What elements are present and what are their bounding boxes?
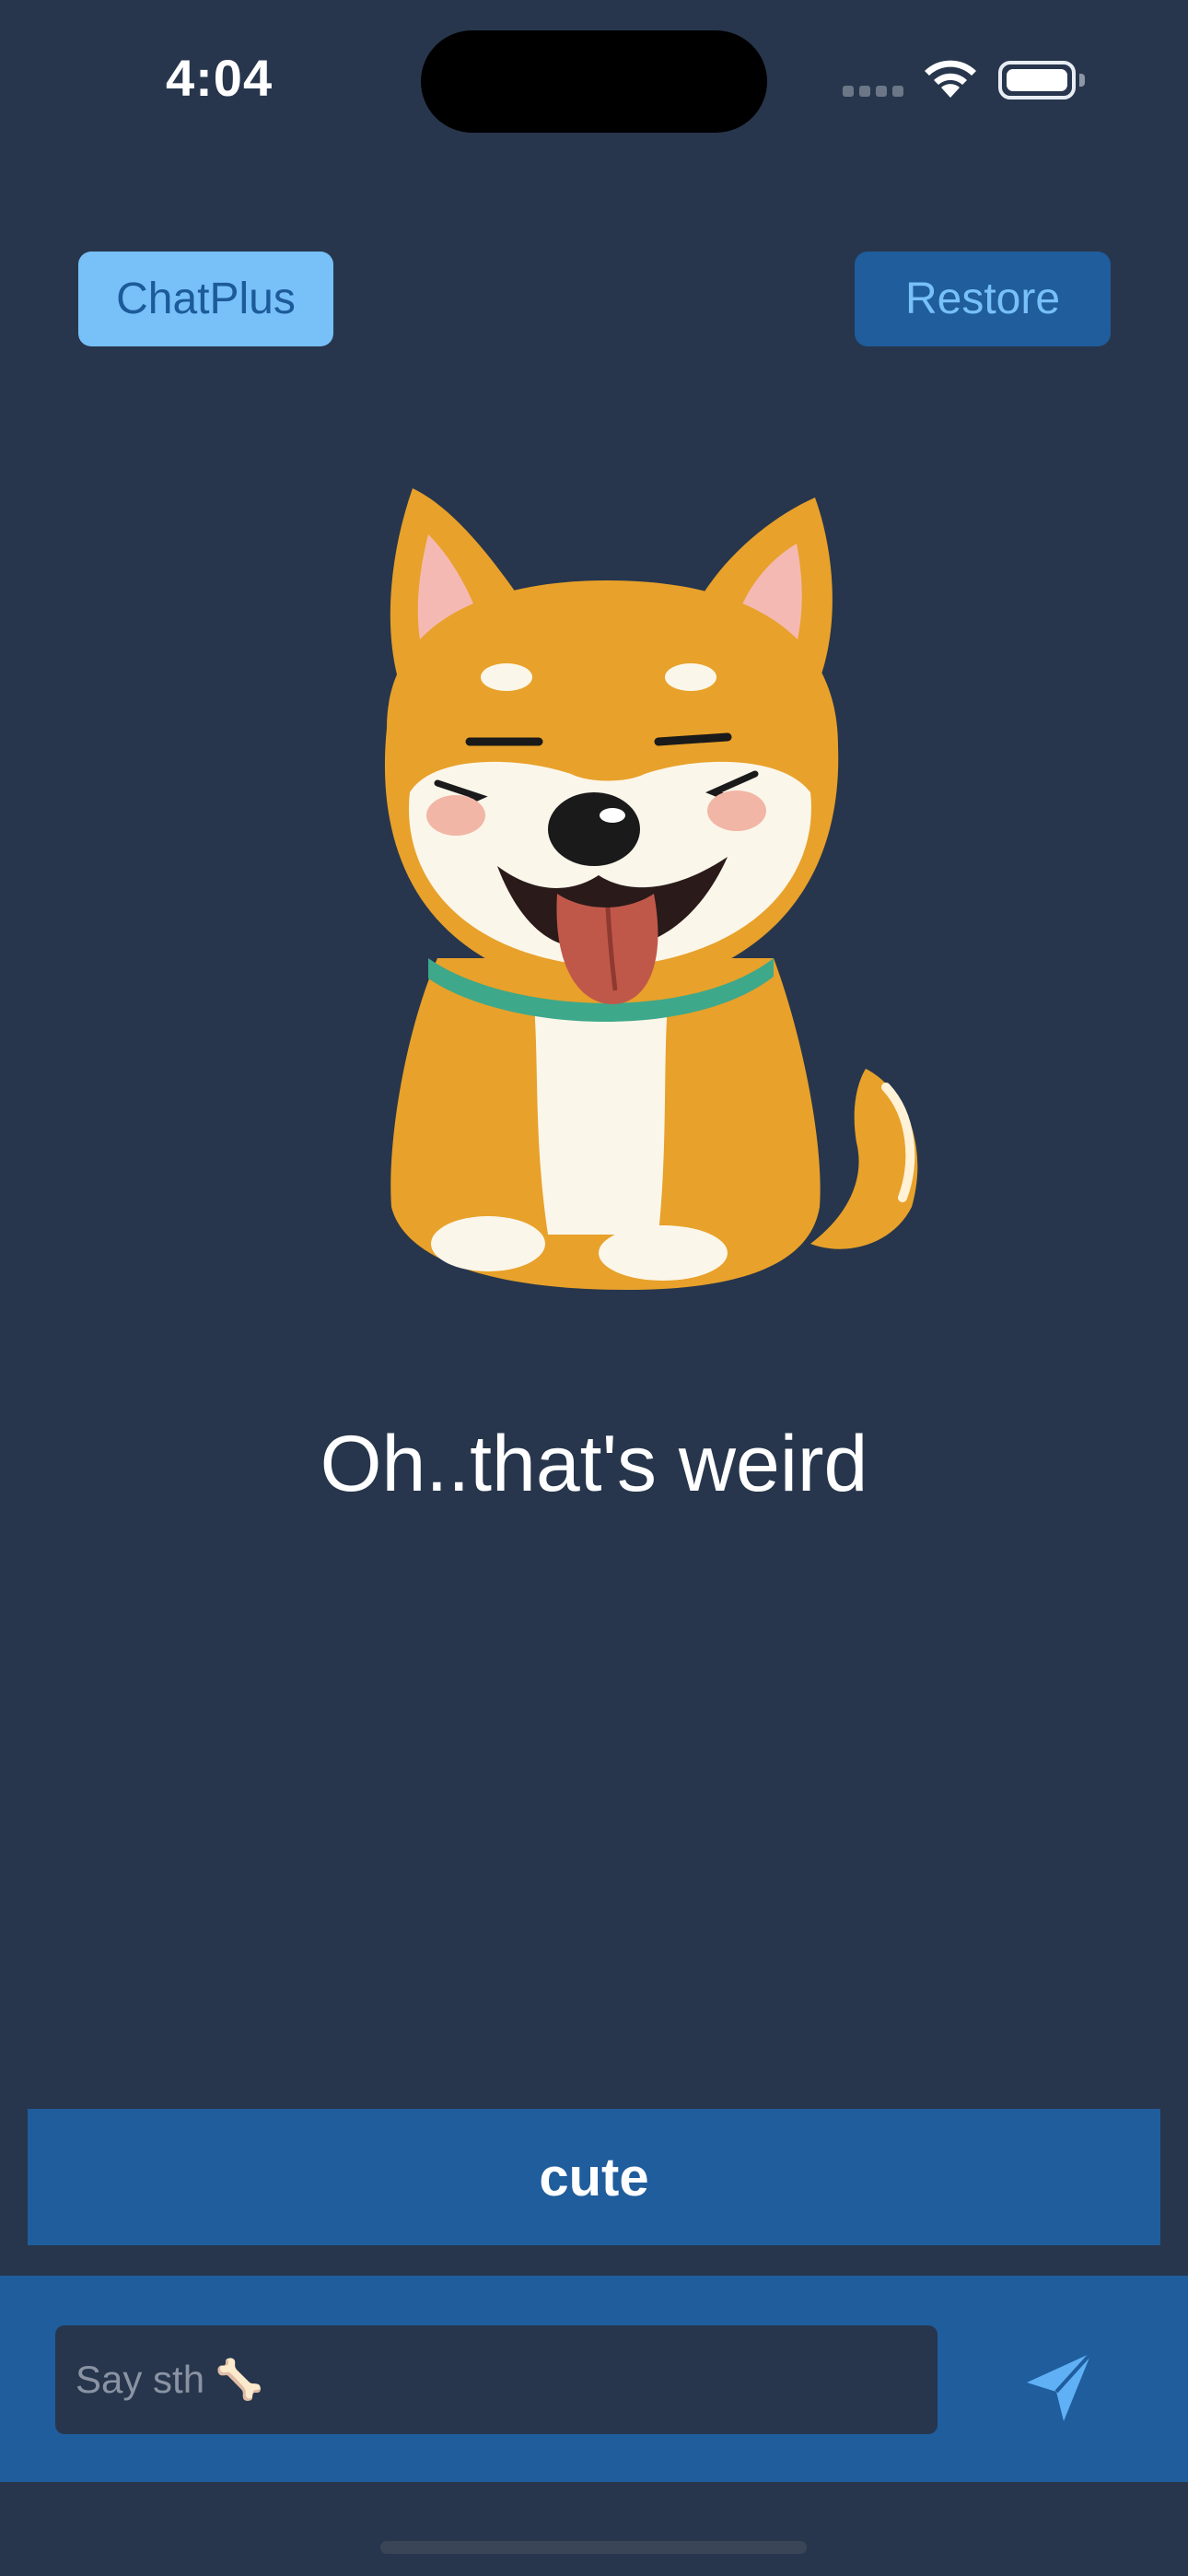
dynamic-island — [421, 30, 767, 133]
battery-tip — [1079, 74, 1085, 87]
shiba-dog-illustration — [384, 488, 918, 1290]
home-indicator[interactable] — [380, 2541, 807, 2554]
cellular-signal-icon — [843, 85, 909, 101]
chatplus-button[interactable]: ChatPlus — [78, 252, 333, 346]
paper-plane-icon — [1027, 2351, 1093, 2421]
message-composer — [0, 2276, 1188, 2482]
battery-icon — [998, 61, 1076, 100]
send-button[interactable] — [1013, 2342, 1105, 2434]
cute-reply-button[interactable]: cute — [28, 2109, 1160, 2245]
assistant-message: Oh..that's weird — [320, 1420, 868, 1508]
message-input[interactable] — [55, 2325, 938, 2434]
wifi-icon — [925, 60, 976, 98]
restore-button[interactable]: Restore — [855, 252, 1111, 346]
status-time: 4:04 — [166, 49, 274, 107]
